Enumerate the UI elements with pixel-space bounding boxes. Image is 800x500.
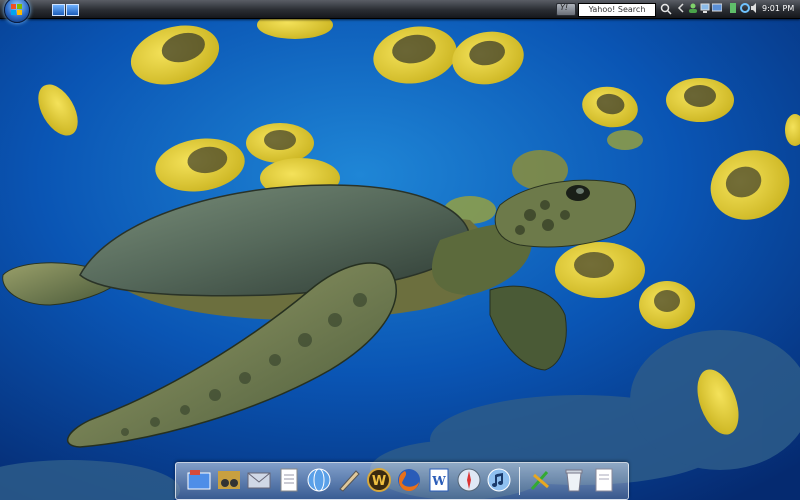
folder-app-icon[interactable] (186, 467, 212, 493)
tray-arrow-icon[interactable] (676, 3, 686, 13)
word-icon[interactable]: W (426, 467, 452, 493)
safari-icon[interactable] (456, 467, 482, 493)
user-icon[interactable] (688, 3, 698, 13)
recycle-bin-icon[interactable] (561, 467, 587, 493)
top-taskbar: Y! Yahoo! Search 9:01 PM (0, 0, 800, 23)
yahoo-logo-text: Y! (560, 3, 569, 12)
mail-app-icon[interactable] (246, 467, 272, 493)
wow-game-icon[interactable]: W (366, 467, 392, 493)
display-icon[interactable] (712, 3, 722, 13)
firefox-icon[interactable] (396, 467, 422, 493)
text-file-icon[interactable] (591, 467, 617, 493)
connection-icon[interactable] (728, 3, 738, 13)
switch-windows-icon[interactable] (66, 4, 79, 16)
svg-text:W: W (431, 474, 446, 488)
document-app-icon[interactable] (276, 467, 302, 493)
show-desktop-icon[interactable] (52, 4, 65, 16)
dock: W W (175, 462, 629, 500)
search-icon[interactable] (660, 3, 672, 15)
photos-app-icon[interactable] (216, 467, 242, 493)
yahoo-logo[interactable]: Y! (556, 3, 576, 16)
pen-tools-icon[interactable] (336, 467, 362, 493)
clock[interactable]: 9:01 PM (762, 2, 794, 16)
svg-text:W: W (372, 474, 386, 489)
network-icon[interactable] (700, 3, 710, 13)
windows-logo-icon (11, 4, 23, 16)
network-globe-icon[interactable] (306, 467, 332, 493)
dreamweaver-icon[interactable] (528, 467, 554, 493)
dock-separator (519, 467, 520, 495)
volume-icon[interactable] (750, 3, 760, 13)
desktop-wallpaper (0, 0, 800, 500)
search-input[interactable]: Yahoo! Search (578, 3, 656, 17)
sync-icon[interactable] (740, 3, 750, 13)
itunes-icon[interactable] (486, 467, 512, 493)
